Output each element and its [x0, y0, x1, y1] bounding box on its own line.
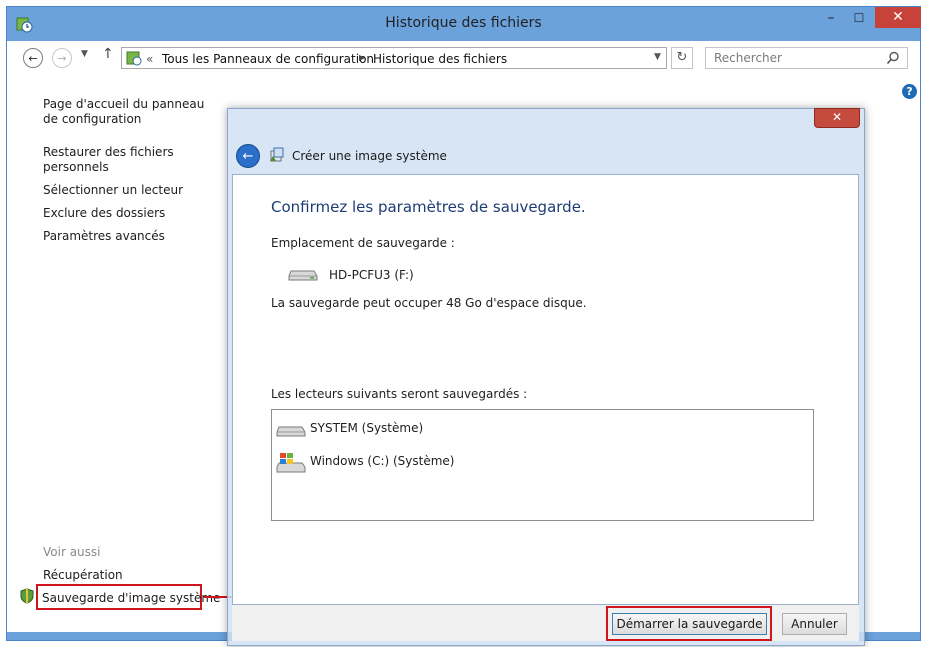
- start-backup-button[interactable]: Démarrer la sauvegarde: [612, 613, 767, 635]
- search-icon[interactable]: [886, 51, 900, 65]
- refresh-icon[interactable]: ↻: [671, 47, 693, 69]
- dialog-title: Créer une image système: [292, 149, 447, 163]
- file-history-window: Historique des fichiers – ☐ ✕ ← → ▼ ↑ « …: [6, 6, 921, 646]
- drive-label: SYSTEM (Système): [310, 421, 424, 435]
- recent-pages-chevron-icon[interactable]: ▼: [81, 49, 88, 59]
- disk-space-note: La sauvegarde peut occuper 48 Go d'espac…: [271, 296, 587, 310]
- dialog-content: Confirmez les paramètres de sauvegarde. …: [232, 174, 859, 605]
- drives-list[interactable]: SYSTEM (Système) Windows (C:) (Système): [271, 409, 814, 521]
- back-arrow-icon[interactable]: ←: [23, 48, 43, 68]
- client-area: ← → ▼ ↑ « Tous les Panneaux de configura…: [7, 41, 920, 646]
- title-bar[interactable]: Historique des fichiers – ☐ ✕: [7, 7, 921, 41]
- windows-drive-icon: [276, 453, 306, 473]
- list-item[interactable]: SYSTEM (Système): [276, 420, 576, 442]
- sidebar-item-advanced-settings[interactable]: Paramètres avancés: [43, 229, 223, 244]
- breadcrumb-file-history[interactable]: Historique des fichiers: [373, 52, 507, 66]
- shield-icon: [20, 588, 34, 604]
- search-box[interactable]: Rechercher: [705, 47, 908, 69]
- window-title: Historique des fichiers: [385, 15, 542, 31]
- see-also-heading: Voir aussi: [43, 545, 101, 559]
- control-panel-icon: [126, 51, 142, 66]
- breadcrumb-overflow[interactable]: «: [146, 52, 153, 66]
- forward-arrow-icon[interactable]: →: [52, 48, 72, 68]
- maximize-button[interactable]: ☐: [845, 8, 873, 28]
- dialog-back-arrow-icon[interactable]: ←: [236, 144, 260, 168]
- close-button[interactable]: ✕: [875, 7, 921, 28]
- address-bar[interactable]: « Tous les Panneaux de configuration ▶ H…: [121, 47, 667, 69]
- backup-location-label: Emplacement de sauvegarde :: [271, 236, 455, 250]
- dialog-footer: Démarrer la sauvegarde Annuler: [232, 605, 859, 641]
- breadcrumb-separator-icon[interactable]: ▶: [359, 53, 365, 62]
- breadcrumb-control-panel[interactable]: Tous les Panneaux de configuration: [162, 52, 374, 66]
- help-icon[interactable]: ?: [902, 84, 917, 99]
- backup-location-drive: HD-PCFU3 (F:): [329, 268, 414, 282]
- up-arrow-icon[interactable]: ↑: [102, 46, 114, 62]
- hard-drive-icon: [276, 426, 306, 437]
- create-system-image-dialog: ✕ ← Créer une image système Confirmez le…: [227, 108, 865, 646]
- minimize-button[interactable]: –: [817, 8, 845, 28]
- sidebar-item-exclude-folders[interactable]: Exclure des dossiers: [43, 206, 223, 221]
- sidebar-item-select-drive[interactable]: Sélectionner un lecteur: [43, 183, 223, 198]
- see-also-system-image-backup[interactable]: Sauvegarde d'image système: [42, 591, 222, 606]
- drive-label: Windows (C:) (Système): [310, 454, 455, 468]
- search-input[interactable]: Rechercher: [714, 51, 782, 65]
- dialog-heading: Confirmez les paramètres de sauvegarde.: [271, 198, 586, 216]
- sidebar-item-restore-files[interactable]: Restaurer des fichiers personnels: [43, 145, 223, 175]
- sidebar-item-control-panel-home[interactable]: Page d'accueil du panneau de configurati…: [43, 97, 223, 127]
- backup-icon: [270, 147, 284, 162]
- address-dropdown-icon[interactable]: ▼: [654, 52, 661, 62]
- dialog-close-button[interactable]: ✕: [814, 108, 860, 128]
- list-item[interactable]: Windows (C:) (Système): [276, 451, 576, 475]
- external-drive-icon: [288, 270, 318, 281]
- cancel-button[interactable]: Annuler: [782, 613, 847, 635]
- see-also-recovery[interactable]: Récupération: [43, 568, 223, 583]
- drives-list-label: Les lecteurs suivants seront sauvegardés…: [271, 387, 528, 401]
